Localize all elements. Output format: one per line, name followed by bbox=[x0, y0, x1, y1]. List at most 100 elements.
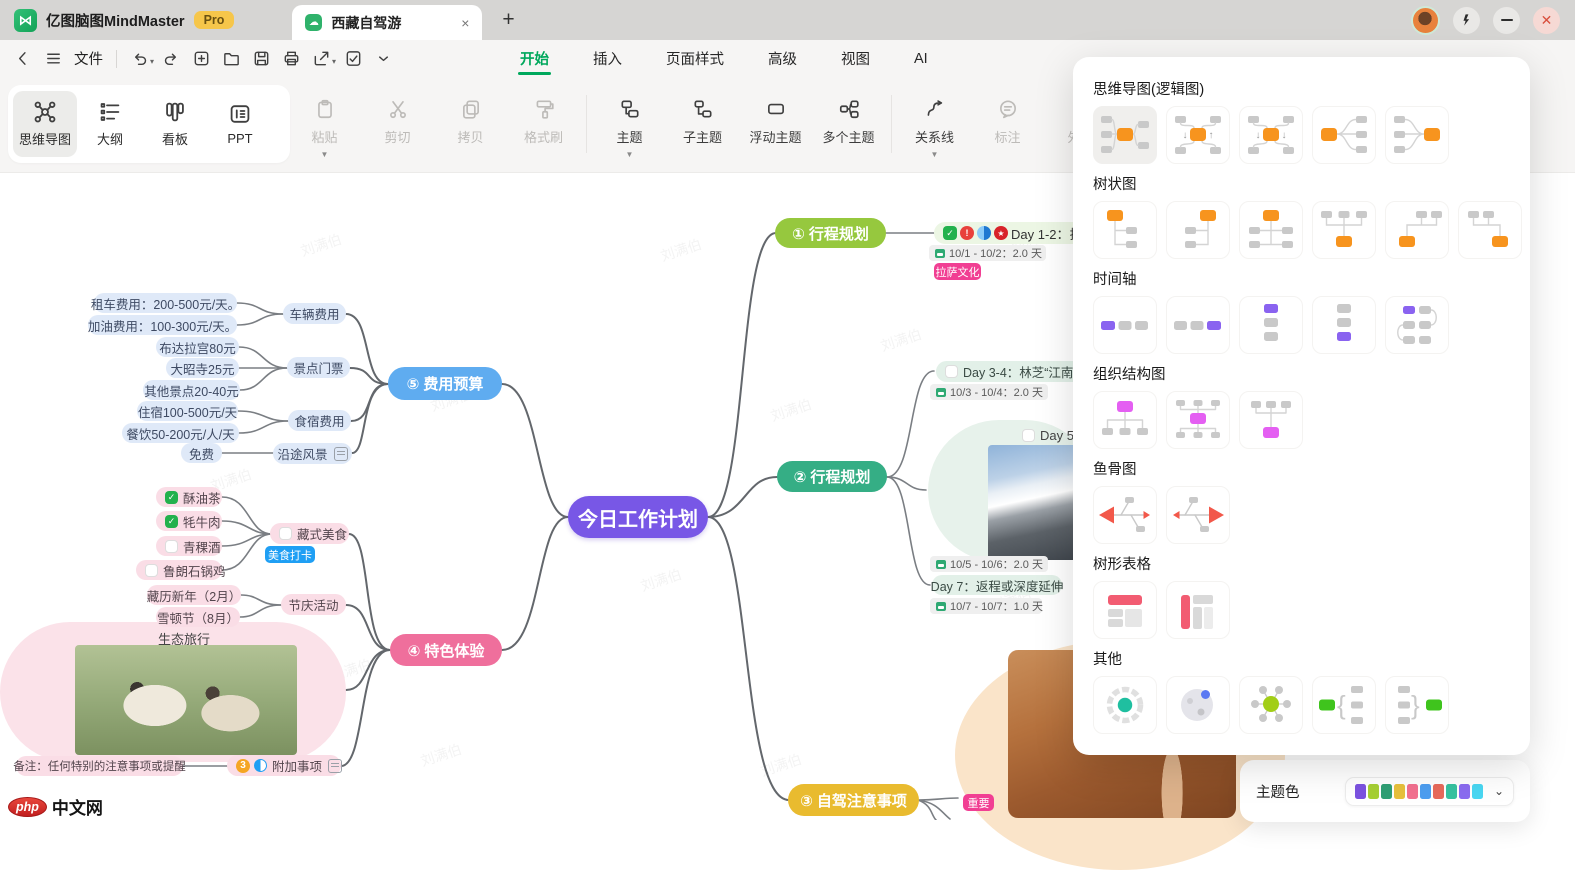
save-button[interactable] bbox=[248, 47, 274, 71]
layout-thumb-bubble-map[interactable] bbox=[1166, 676, 1230, 734]
new-tab-button[interactable]: + bbox=[502, 8, 514, 32]
node-branch-5-budget[interactable]: ⑤ 费用预算 bbox=[388, 367, 502, 400]
view-mode-大纲[interactable]: 大纲 bbox=[78, 91, 142, 157]
layout-thumb-brace-right[interactable]: { bbox=[1312, 676, 1376, 734]
node-jokhang-ticket[interactable]: 大昭寺25元 bbox=[166, 358, 239, 378]
node-meal-cost[interactable]: 餐饮50-200元/人/天 bbox=[122, 423, 239, 443]
node-butter-tea[interactable]: ✓ 酥油茶 bbox=[156, 487, 222, 507]
progress-half-icon[interactable] bbox=[254, 759, 267, 772]
checkbox-checked[interactable]: ✓ bbox=[165, 514, 178, 528]
color-chip[interactable] bbox=[1393, 783, 1405, 799]
quick-actions-button[interactable] bbox=[1453, 6, 1480, 34]
view-mode-思维导图[interactable]: 思维导图 bbox=[13, 91, 77, 157]
color-chip[interactable] bbox=[1419, 783, 1431, 799]
dropdown-caret-icon[interactable]: ▼ bbox=[931, 151, 939, 159]
checkbox-checked[interactable]: ✓ bbox=[165, 490, 178, 504]
node-vehicle-cost[interactable]: 车辆费用 bbox=[283, 303, 346, 324]
theme-color-selector[interactable]: ⌄ bbox=[1344, 776, 1514, 806]
undo-button[interactable] bbox=[126, 47, 152, 71]
node-roadside-scenery[interactable]: 沿途风景 bbox=[273, 443, 352, 464]
menu-tab-开始[interactable]: 开始 bbox=[518, 42, 551, 75]
layout-thumb-timeline-snake[interactable] bbox=[1385, 296, 1449, 354]
tag-important-tag[interactable]: 重要 bbox=[963, 794, 994, 811]
open-button[interactable] bbox=[218, 47, 244, 71]
node-central-topic[interactable]: 今日工作计划 bbox=[568, 496, 708, 538]
layout-thumb-org-both[interactable] bbox=[1166, 391, 1230, 449]
ribbon-button-子主题[interactable]: 子主题 bbox=[666, 85, 739, 176]
color-chip[interactable] bbox=[1406, 783, 1418, 799]
export-button[interactable] bbox=[308, 47, 334, 71]
app-tab[interactable]: ⋈ 亿图脑图MindMaster Pro bbox=[0, 0, 248, 40]
node-free[interactable]: 免费 bbox=[181, 443, 222, 463]
checkbox-unchecked[interactable] bbox=[279, 527, 292, 540]
layout-thumb-logic-both[interactable] bbox=[1093, 106, 1157, 164]
menu-tab-插入[interactable]: 插入 bbox=[591, 42, 624, 75]
layout-thumb-brace-left[interactable]: } bbox=[1385, 676, 1449, 734]
ribbon-button-格式刷[interactable]: 格式刷 bbox=[507, 85, 580, 176]
layout-thumb-org-up[interactable] bbox=[1239, 391, 1303, 449]
layout-thumb-tree-up-both[interactable] bbox=[1312, 201, 1376, 259]
node-branch-2-itinerary[interactable]: ② 行程规划 bbox=[777, 461, 887, 492]
ribbon-button-多个主题[interactable]: 多个主题 bbox=[812, 85, 885, 176]
node-branch-4-experience[interactable]: ④ 特色体验 bbox=[390, 634, 502, 666]
node-rental-cost[interactable]: 租车费用：200-500元/天。 bbox=[91, 293, 240, 313]
node-other-tickets[interactable]: 其他景点20-40元 bbox=[143, 380, 240, 400]
newdoc-button[interactable] bbox=[188, 47, 214, 71]
tag-date-2[interactable]: 10/3 - 10/4：2.0 天 bbox=[930, 384, 1048, 400]
collapse-button[interactable] bbox=[370, 47, 396, 71]
ribbon-button-主题[interactable]: 主题 ▼ bbox=[593, 85, 666, 176]
node-hotel-cost[interactable]: 住宿100-500元/天 bbox=[137, 401, 238, 421]
dropdown-caret-icon[interactable]: ▼ bbox=[321, 151, 329, 159]
layout-thumb-tree-down-right[interactable] bbox=[1093, 201, 1157, 259]
layout-thumb-tree-up-left[interactable] bbox=[1385, 201, 1449, 259]
tag-lhasa-culture-tag[interactable]: 拉萨文化 bbox=[934, 263, 981, 280]
node-shoton-festival[interactable]: 雪顿节（8月） bbox=[156, 607, 240, 627]
layout-thumb-tree-down-left[interactable] bbox=[1166, 201, 1230, 259]
minimize-button[interactable] bbox=[1493, 6, 1520, 34]
layout-thumb-timeline-h-start[interactable] bbox=[1093, 296, 1157, 354]
ribbon-button-浮动主题[interactable]: 浮动主题 bbox=[739, 85, 812, 176]
layout-thumb-timeline-h-end[interactable] bbox=[1166, 296, 1230, 354]
back-button[interactable] bbox=[10, 47, 36, 71]
node-day-7[interactable]: Day 7：返程或深度延伸 bbox=[931, 575, 1063, 595]
color-chip[interactable] bbox=[1471, 783, 1483, 799]
layout-thumb-treetable-header[interactable] bbox=[1093, 581, 1157, 639]
menu-button[interactable] bbox=[40, 47, 66, 71]
color-chip[interactable] bbox=[1432, 783, 1444, 799]
tag-date-4[interactable]: 10/7 - 10/7：1.0 天 bbox=[930, 598, 1043, 614]
chevron-down-icon[interactable]: ⌄ bbox=[1494, 784, 1504, 798]
node-fuel-cost[interactable]: 加油费用：100-300元/天。 bbox=[88, 315, 237, 335]
close-tab-icon[interactable]: × bbox=[461, 15, 469, 31]
layout-thumb-tree-down-both[interactable] bbox=[1239, 201, 1303, 259]
layout-thumb-org-down[interactable] bbox=[1093, 391, 1157, 449]
ribbon-button-标注[interactable]: 标注 bbox=[971, 85, 1044, 176]
node-remark[interactable]: 备注：任何特别的注意事项或提醒 bbox=[13, 756, 186, 776]
node-barley-wine[interactable]: 青稞酒 bbox=[156, 536, 222, 556]
file-menu[interactable]: 文件 bbox=[74, 48, 103, 69]
priority-icon[interactable]: ! bbox=[960, 226, 974, 240]
layout-thumb-circle-map[interactable] bbox=[1093, 676, 1157, 734]
menu-tab-AI[interactable]: AI bbox=[912, 45, 930, 73]
tag-date-3[interactable]: 10/5 - 10/6：2.0 天 bbox=[930, 556, 1048, 572]
node-additional-items[interactable]: 3 附加事项 bbox=[227, 755, 343, 776]
color-chip[interactable] bbox=[1445, 783, 1457, 799]
note-icon[interactable] bbox=[328, 758, 343, 773]
node-festivals[interactable]: 节庆活动 bbox=[281, 594, 346, 615]
redo-button[interactable] bbox=[158, 47, 184, 71]
dropdown-caret-icon[interactable]: ▼ bbox=[626, 151, 634, 159]
node-branch-3-driving-notes[interactable]: ③ 自驾注意事项 bbox=[788, 784, 919, 816]
progress-icon[interactable] bbox=[977, 226, 991, 240]
layout-thumb-fishbone-right[interactable] bbox=[1166, 486, 1230, 544]
priority-badge[interactable]: 3 bbox=[236, 758, 250, 773]
color-chip[interactable] bbox=[1354, 783, 1366, 799]
undo-dropdown-caret[interactable]: ▾ bbox=[150, 57, 154, 66]
checkbox-unchecked[interactable] bbox=[145, 563, 158, 577]
star-icon[interactable]: ★ bbox=[994, 226, 1008, 240]
todo-button[interactable] bbox=[340, 47, 366, 71]
checkbox-unchecked[interactable] bbox=[165, 539, 178, 553]
checkbox-unchecked[interactable] bbox=[945, 365, 958, 378]
export-dropdown-caret[interactable]: ▾ bbox=[332, 57, 336, 66]
print-button[interactable] bbox=[278, 47, 304, 71]
node-potala-ticket[interactable]: 布达拉宫80元 bbox=[156, 337, 239, 357]
ribbon-button-关系线[interactable]: 关系线 ▼ bbox=[898, 85, 971, 176]
